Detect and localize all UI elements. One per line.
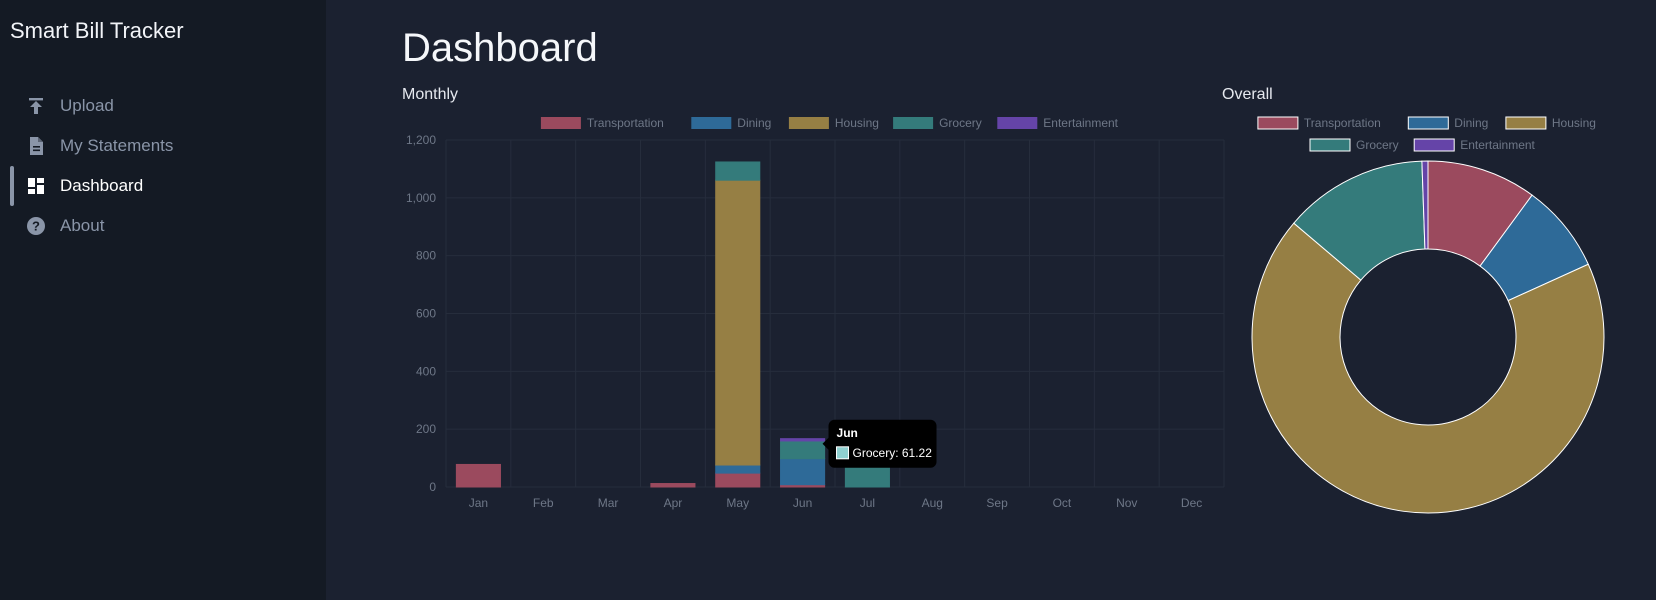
bar-segment xyxy=(780,438,826,442)
bar-segment xyxy=(715,472,761,488)
legend-swatch xyxy=(997,117,1038,129)
legend-label: Grocery xyxy=(939,116,982,130)
x-tick-label: Dec xyxy=(1181,496,1202,510)
y-tick-label: 1,000 xyxy=(406,191,436,205)
x-tick-label: Sep xyxy=(986,496,1008,510)
legend-label: Dining xyxy=(1454,116,1488,130)
bar-segment xyxy=(780,440,826,460)
x-tick-label: Jun xyxy=(793,496,812,510)
legend-swatch xyxy=(1505,116,1547,130)
legend-label: Grocery xyxy=(1356,138,1399,152)
x-tick-label: Aug xyxy=(922,496,943,510)
y-tick-label: 400 xyxy=(416,364,436,378)
tooltip-swatch xyxy=(836,446,850,460)
tooltip-label: Grocery: 61.22 xyxy=(853,446,933,460)
legend-swatch xyxy=(691,117,732,129)
legend-swatch xyxy=(540,117,581,129)
x-tick-label: Apr xyxy=(664,496,683,510)
bar-segment xyxy=(844,466,890,488)
bar-segment xyxy=(715,161,761,181)
bar-segment xyxy=(715,179,761,466)
x-tick-label: Feb xyxy=(533,496,554,510)
bar-segment xyxy=(455,463,501,488)
legend-label: Entertainment xyxy=(1043,116,1118,130)
x-tick-label: May xyxy=(726,496,749,510)
x-tick-label: Jan xyxy=(469,496,488,510)
legend-swatch xyxy=(788,117,829,129)
y-tick-label: 1,200 xyxy=(406,133,436,147)
monthly-bar-chart: 0 200 400 600 800 1,000 1,200 Jan Feb Mar Apr May Ju… xyxy=(406,116,1605,514)
y-tick-label: 200 xyxy=(416,422,436,436)
legend-swatch xyxy=(1309,138,1351,152)
y-tick-label: 600 xyxy=(416,307,436,321)
legend-swatch xyxy=(893,117,934,129)
legend-label: Housing xyxy=(1552,116,1596,130)
x-tick-label: Oct xyxy=(1053,496,1072,510)
x-tick-label: Mar xyxy=(598,496,619,510)
bar-segment xyxy=(780,458,826,486)
legend-swatch xyxy=(1413,138,1455,152)
legend-label: Housing xyxy=(835,116,879,130)
y-tick-label: 0 xyxy=(429,480,436,494)
legend-label: Entertainment xyxy=(1460,138,1535,152)
legend-label: Transportation xyxy=(1304,116,1381,130)
tooltip-title: Jun xyxy=(837,426,858,440)
legend-swatch xyxy=(1407,116,1449,130)
legend-label: Transportation xyxy=(587,116,664,130)
y-tick-label: 800 xyxy=(416,249,436,263)
bar-segment xyxy=(650,483,696,488)
x-tick-label: Nov xyxy=(1116,496,1137,510)
x-tick-label: Jul xyxy=(860,496,875,510)
legend-label: Dining xyxy=(737,116,771,130)
legend-swatch xyxy=(1257,116,1299,130)
bar-segment xyxy=(715,464,761,474)
